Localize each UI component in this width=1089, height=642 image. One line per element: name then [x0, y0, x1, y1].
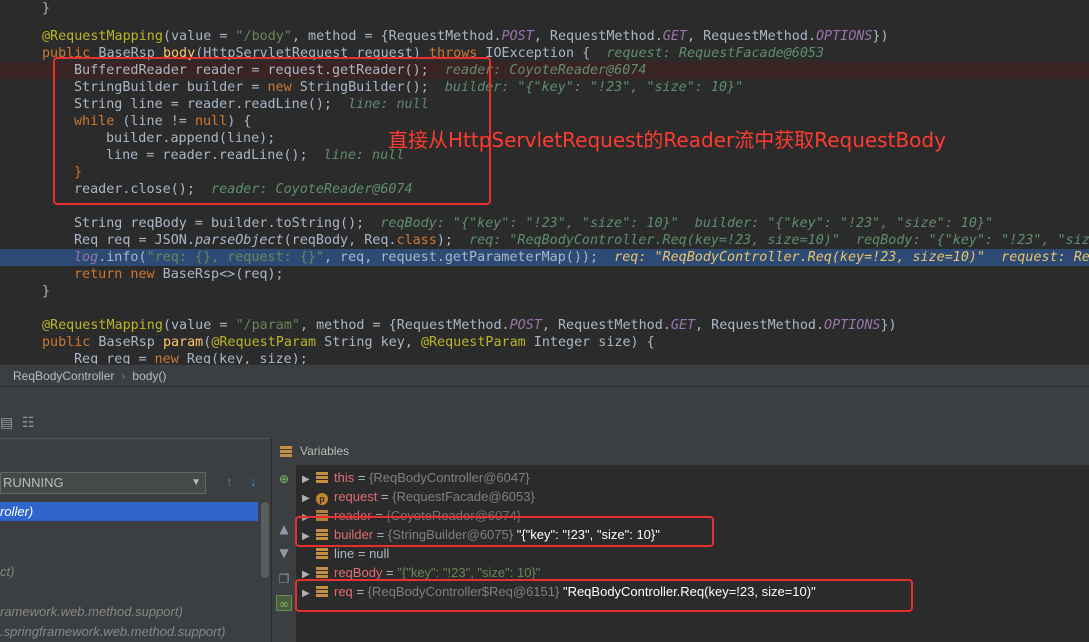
- code-line[interactable]: return new BaseRsp<>(req);: [0, 266, 1089, 283]
- frame-row[interactable]: roller): [0, 502, 258, 521]
- parameter-icon: p: [316, 493, 328, 505]
- variables-title: Variables: [300, 444, 350, 458]
- frame-up-icon[interactable]: ↑: [226, 474, 233, 489]
- field-icon: [316, 548, 328, 559]
- frame-row[interactable]: .springframework.web.method.support): [0, 622, 258, 641]
- code-line[interactable]: Req req = new Req(key, size);: [0, 351, 1089, 364]
- code-line[interactable]: }: [0, 283, 1089, 300]
- variable-row-this[interactable]: ▶ this = {ReqBodyController@6047}: [302, 468, 530, 487]
- variables-toolbar: ⊕ ▲ ▼ ❐ ∞: [272, 465, 296, 642]
- restore-layout-icon[interactable]: ☷: [22, 415, 35, 431]
- thread-selector[interactable]: RUNNING ▼: [0, 472, 206, 494]
- annotation-callout: 直接从HttpServletRequest的Reader流中获取RequestB…: [388, 128, 946, 152]
- equals-sign: =: [382, 565, 398, 580]
- code-line[interactable]: public BaseRsp param(@RequestParam Strin…: [0, 334, 1089, 351]
- breakpoint-line-marker[interactable]: [0, 62, 14, 79]
- frame-row[interactable]: [0, 522, 258, 541]
- frame-row[interactable]: ramework.web.method.support): [0, 602, 258, 621]
- thread-state: RUNNING: [3, 475, 64, 490]
- frame-row[interactable]: [0, 582, 258, 601]
- variable-value: "{"key": "!23", "size": 10}": [397, 565, 541, 580]
- frames-panel: RUNNING ▼ ↑ ↓ roller) ct) ramework.web.met…: [0, 438, 272, 642]
- frames-scrollbar[interactable]: [261, 502, 269, 578]
- variable-type: {RequestFacade@6053}: [392, 489, 535, 504]
- annotation-box-builder: [295, 516, 714, 547]
- variable-value: null: [369, 546, 390, 561]
- code-editor[interactable]: } @RequestMapping(value = "/body", method…: [0, 0, 1089, 364]
- frames-header: [0, 438, 271, 464]
- frame-row[interactable]: [0, 542, 258, 561]
- watches-toggle-icon[interactable]: ∞: [276, 595, 292, 611]
- variable-name: reqBody: [334, 565, 383, 580]
- scroll-down-icon[interactable]: ▼: [276, 545, 292, 561]
- equals-sign: =: [354, 546, 370, 561]
- console-tab-icon[interactable]: ▤: [0, 415, 13, 431]
- debug-toolbar: ▤ ☷: [0, 386, 1089, 438]
- variable-name: line: [334, 546, 355, 561]
- code-line[interactable]: @RequestMapping(value = "/body", method …: [0, 28, 1089, 45]
- breadcrumb-method[interactable]: body(): [132, 369, 166, 383]
- variables-icon: [280, 446, 292, 457]
- variable-row-request[interactable]: ▶ p request = {RequestFacade@6053}: [302, 487, 535, 506]
- evaluate-expression-icon[interactable]: ⊕: [276, 471, 292, 487]
- frame-down-icon[interactable]: ↓: [250, 474, 257, 489]
- code-line[interactable]: }: [0, 0, 1089, 17]
- field-icon: [316, 472, 328, 483]
- chevron-down-icon: ▼: [191, 477, 201, 488]
- breadcrumb: ReqBodyController › body(): [0, 364, 1089, 386]
- variable-name: this: [334, 470, 355, 485]
- code-line[interactable]: log.info("req: {}, request: {}", req, re…: [0, 249, 1089, 266]
- code-line[interactable]: String reqBody = builder.toString(); req…: [0, 215, 1089, 232]
- equals-sign: =: [354, 470, 370, 485]
- annotation-box-req: [295, 579, 913, 612]
- variable-type: {ReqBodyController@6047}: [369, 470, 530, 485]
- equals-sign: =: [377, 489, 393, 504]
- variable-name: request: [334, 489, 378, 504]
- breadcrumb-separator-icon: ›: [121, 369, 126, 383]
- scroll-up-icon[interactable]: ▲: [276, 521, 292, 537]
- variables-header: Variables: [272, 438, 1089, 465]
- field-icon: [316, 567, 328, 578]
- copy-icon[interactable]: ❐: [276, 571, 292, 587]
- code-line[interactable]: Req req = JSON.parseObject(reqBody, Req.…: [0, 232, 1089, 249]
- code-line[interactable]: @RequestMapping(value = "/param", method…: [0, 317, 1089, 334]
- variables-panel: Variables ⊕ ▲ ▼ ❐ ∞ ▶ this = {ReqBodyCont…: [272, 438, 1089, 642]
- breadcrumb-class[interactable]: ReqBodyController: [13, 369, 114, 383]
- frame-row[interactable]: ct): [0, 562, 258, 581]
